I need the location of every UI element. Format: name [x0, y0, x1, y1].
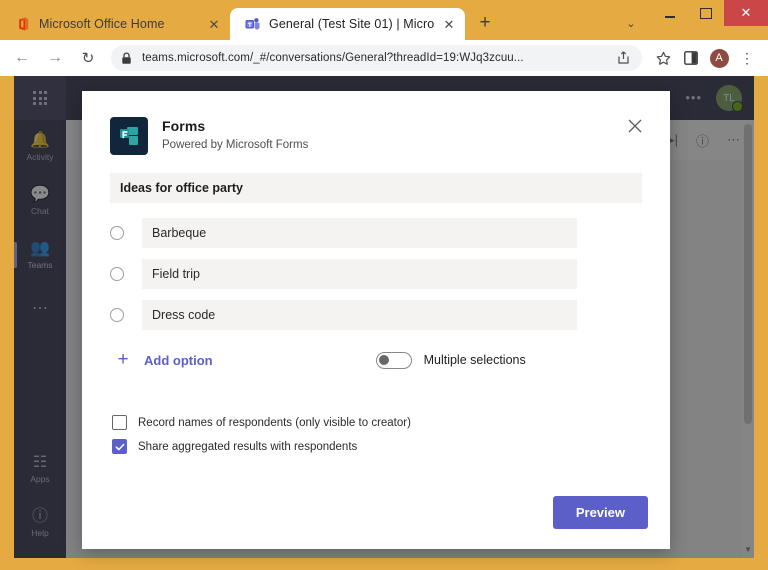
multiple-selections-label: Multiple selections	[423, 353, 526, 367]
address-bar-text: teams.microsoft.com/_#/conversations/Gen…	[142, 52, 524, 64]
dialog-checkbox-group: Record names of respondents (only visibl…	[110, 415, 642, 454]
back-icon[interactable]: ←	[8, 44, 36, 72]
bookmark-star-icon[interactable]	[650, 45, 676, 71]
browser-window: Microsoft Office Home ✕ General (Test Si…	[0, 0, 768, 570]
add-option-button[interactable]: Add option	[144, 353, 213, 368]
maximize-button[interactable]	[688, 0, 724, 26]
poll-option-row: Dress code	[110, 300, 642, 330]
forms-icon	[110, 117, 148, 155]
share-icon[interactable]	[616, 50, 632, 66]
poll-option-input-2[interactable]: Field trip	[142, 259, 577, 289]
close-icon[interactable]: ✕	[441, 16, 457, 32]
new-tab-button[interactable]: +	[471, 9, 499, 37]
profile-avatar[interactable]: A	[706, 45, 732, 71]
record-names-label: Record names of respondents (only visibl…	[138, 416, 411, 429]
address-bar[interactable]: teams.microsoft.com/_#/conversations/Gen…	[111, 45, 642, 71]
forms-poll-dialog: Forms Powered by Microsoft Forms Ideas f…	[82, 91, 670, 549]
share-results-label: Share aggregated results with respondent…	[138, 440, 358, 453]
browser-toolbar: ← → ↻ teams.microsoft.com/_#/conversatio…	[0, 40, 768, 76]
checkbox-checked-icon[interactable]	[112, 439, 127, 454]
close-icon[interactable]: ✕	[206, 16, 222, 32]
checkbox-unchecked-icon[interactable]	[112, 415, 127, 430]
window-controls: ✕	[652, 0, 768, 26]
dialog-header: Forms Powered by Microsoft Forms	[82, 91, 670, 155]
radio-icon[interactable]	[110, 308, 124, 322]
side-panel-icon[interactable]	[678, 45, 704, 71]
dialog-body: Ideas for office party Barbeque Field tr…	[82, 155, 670, 454]
avatar-initial: A	[709, 48, 729, 68]
browser-tab-title: General (Test Site 01) | Microsoft	[269, 17, 435, 31]
app-title: Forms	[162, 118, 206, 134]
teams-icon	[244, 16, 260, 32]
dialog-header-text: Forms Powered by Microsoft Forms	[162, 117, 622, 151]
dialog-footer: Preview	[552, 496, 648, 529]
share-results-row[interactable]: Share aggregated results with respondent…	[112, 439, 642, 454]
poll-question-input[interactable]: Ideas for office party	[110, 173, 642, 203]
browser-tab-teams-general[interactable]: General (Test Site 01) | Microsoft ✕	[230, 8, 465, 40]
multiple-selections-control: Multiple selections	[375, 351, 526, 369]
close-icon[interactable]	[622, 113, 648, 139]
poll-option-row: Field trip	[110, 259, 642, 289]
preview-button[interactable]: Preview	[552, 496, 648, 529]
plus-icon[interactable]: +	[112, 349, 134, 371]
minimize-button[interactable]	[652, 0, 688, 26]
browser-tab-title: Microsoft Office Home	[39, 17, 165, 31]
close-window-button[interactable]: ✕	[724, 0, 768, 26]
app-subtitle: Powered by Microsoft Forms	[162, 139, 309, 151]
record-names-row[interactable]: Record names of respondents (only visibl…	[112, 415, 642, 430]
reload-icon[interactable]: ↻	[74, 44, 102, 72]
kebab-menu-icon[interactable]: ⋮	[734, 45, 760, 71]
multiple-selections-toggle[interactable]	[375, 351, 412, 369]
radio-icon[interactable]	[110, 267, 124, 281]
poll-option-input-3[interactable]: Dress code	[142, 300, 577, 330]
radio-icon[interactable]	[110, 226, 124, 240]
forward-icon[interactable]: →	[41, 44, 69, 72]
add-option-row: + Add option Multiple selections	[110, 349, 642, 371]
browser-tab-office-home[interactable]: Microsoft Office Home ✕	[0, 8, 230, 40]
office-icon	[14, 16, 30, 32]
toggle-knob	[379, 355, 390, 365]
chevron-down-icon[interactable]: ⌄	[620, 12, 642, 34]
lock-icon	[121, 51, 134, 65]
poll-option-input-1[interactable]: Barbeque	[142, 218, 577, 248]
poll-option-row: Barbeque	[110, 218, 642, 248]
